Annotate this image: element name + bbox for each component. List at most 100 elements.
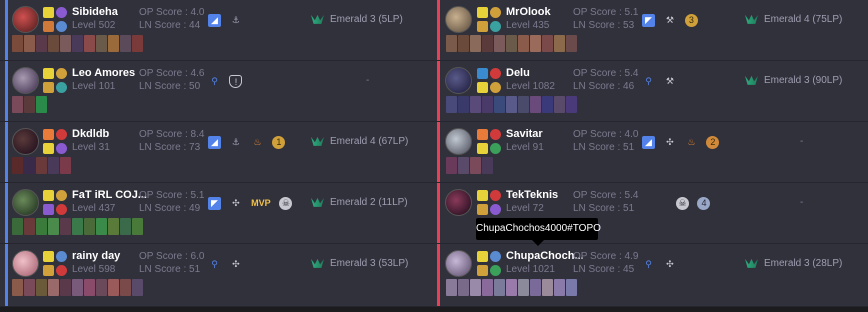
champion-icon[interactable] xyxy=(494,96,505,113)
champion-icon[interactable] xyxy=(48,218,59,235)
player-name[interactable]: FaT iRL COJ... xyxy=(72,189,147,201)
champion-icon[interactable] xyxy=(12,218,23,235)
secondary-rune-icon[interactable] xyxy=(56,82,67,93)
champion-icon[interactable] xyxy=(60,35,71,52)
champion-icon[interactable] xyxy=(458,35,469,52)
champion-icon[interactable] xyxy=(542,96,553,113)
champion-icon[interactable] xyxy=(530,35,541,52)
champion-icon[interactable] xyxy=(24,35,35,52)
flash-spell-icon[interactable] xyxy=(43,68,54,79)
flash-spell-icon[interactable] xyxy=(477,190,488,201)
ignite-spell-icon[interactable] xyxy=(43,129,54,140)
champion-icon[interactable] xyxy=(482,279,493,296)
player-name[interactable]: Dkdldb xyxy=(72,128,109,140)
rune-icon[interactable] xyxy=(56,251,67,262)
player-row[interactable]: Sibideha Level 502 OP Score : 4.0 LN Sco… xyxy=(0,0,434,61)
rune-icon[interactable] xyxy=(56,190,67,201)
champion-icon[interactable] xyxy=(24,218,35,235)
champion-icon[interactable] xyxy=(12,35,23,52)
ignite-spell-icon[interactable] xyxy=(477,129,488,140)
player-name[interactable]: TekTeknis xyxy=(506,189,558,201)
champion-icon[interactable] xyxy=(24,157,35,174)
flash-spell-icon[interactable] xyxy=(477,7,488,18)
player-name[interactable]: Sibideha xyxy=(72,6,118,18)
champion-portrait[interactable] xyxy=(445,67,472,94)
champion-icon[interactable] xyxy=(132,218,143,235)
champion-icon[interactable] xyxy=(566,96,577,113)
champion-icon[interactable] xyxy=(96,218,107,235)
champion-icon[interactable] xyxy=(132,35,143,52)
champion-icon[interactable] xyxy=(108,218,119,235)
champion-portrait[interactable] xyxy=(12,6,39,33)
secondary-rune-icon[interactable] xyxy=(490,265,501,276)
champion-icon[interactable] xyxy=(84,218,95,235)
champion-icon[interactable] xyxy=(96,35,107,52)
champion-icon[interactable] xyxy=(36,35,47,52)
champion-portrait[interactable] xyxy=(12,189,39,216)
champion-icon[interactable] xyxy=(132,279,143,296)
player-row[interactable]: Leo Amores Level 101 OP Score : 4.6 LN S… xyxy=(0,61,434,122)
player-name[interactable]: MrOlook xyxy=(506,6,551,18)
champion-icon[interactable] xyxy=(48,279,59,296)
flash-spell-icon[interactable] xyxy=(477,82,488,93)
champion-icon[interactable] xyxy=(120,218,131,235)
champion-icon[interactable] xyxy=(12,96,23,113)
champion-icon[interactable] xyxy=(470,279,481,296)
secondary-rune-icon[interactable] xyxy=(56,143,67,154)
champion-portrait[interactable] xyxy=(445,189,472,216)
champion-icon[interactable] xyxy=(12,279,23,296)
player-name[interactable]: Leo Amores xyxy=(72,67,135,79)
smite-spell-icon[interactable] xyxy=(43,82,54,93)
secondary-rune-icon[interactable] xyxy=(490,204,501,215)
rune-icon[interactable] xyxy=(490,251,501,262)
champion-icon[interactable] xyxy=(542,279,553,296)
champion-icon[interactable] xyxy=(518,96,529,113)
champion-icon[interactable] xyxy=(482,96,493,113)
player-row[interactable]: ChupaChoch... Level 1021 OP Score : 4.9 … xyxy=(434,244,868,307)
champion-icon[interactable] xyxy=(108,279,119,296)
player-name[interactable]: Delu xyxy=(506,67,530,79)
champion-icon[interactable] xyxy=(36,218,47,235)
champion-icon[interactable] xyxy=(566,35,577,52)
champion-icon[interactable] xyxy=(72,218,83,235)
heal-spell-icon[interactable] xyxy=(477,204,488,215)
champion-icon[interactable] xyxy=(60,279,71,296)
player-row[interactable]: Delu Level 1082 OP Score : 5.4 LN Score … xyxy=(434,61,868,122)
champion-icon[interactable] xyxy=(530,96,541,113)
player-row[interactable]: FaT iRL COJ... Level 437 OP Score : 5.1 … xyxy=(0,183,434,244)
rune-icon[interactable] xyxy=(490,129,501,140)
champion-icon[interactable] xyxy=(494,35,505,52)
champion-icon[interactable] xyxy=(518,35,529,52)
rune-icon[interactable] xyxy=(490,7,501,18)
champion-icon[interactable] xyxy=(446,35,457,52)
champion-portrait[interactable] xyxy=(445,250,472,277)
player-row[interactable]: Dkdldb Level 31 OP Score : 8.4 LN Score … xyxy=(0,122,434,183)
flash-spell-icon[interactable] xyxy=(43,143,54,154)
rune-icon[interactable] xyxy=(490,190,501,201)
champion-icon[interactable] xyxy=(48,157,59,174)
champion-icon[interactable] xyxy=(24,96,35,113)
champion-icon[interactable] xyxy=(518,279,529,296)
flash-spell-icon[interactable] xyxy=(43,251,54,262)
champion-icon[interactable] xyxy=(60,218,71,235)
secondary-rune-icon[interactable] xyxy=(56,204,67,215)
champion-icon[interactable] xyxy=(36,157,47,174)
secondary-rune-icon[interactable] xyxy=(490,21,501,32)
champion-icon[interactable] xyxy=(36,279,47,296)
champion-icon[interactable] xyxy=(470,96,481,113)
secondary-rune-icon[interactable] xyxy=(56,265,67,276)
champion-icon[interactable] xyxy=(566,279,577,296)
champion-icon[interactable] xyxy=(482,35,493,52)
champion-icon[interactable] xyxy=(458,279,469,296)
player-row[interactable]: rainy day Level 598 OP Score : 6.0 LN Sc… xyxy=(0,244,434,307)
champion-icon[interactable] xyxy=(12,157,23,174)
smite-spell-icon[interactable] xyxy=(477,265,488,276)
champion-icon[interactable] xyxy=(494,279,505,296)
champion-icon[interactable] xyxy=(482,157,493,174)
rune-icon[interactable] xyxy=(56,68,67,79)
champion-portrait[interactable] xyxy=(445,6,472,33)
champion-icon[interactable] xyxy=(72,279,83,296)
champion-portrait[interactable] xyxy=(12,250,39,277)
champion-icon[interactable] xyxy=(554,96,565,113)
champion-icon[interactable] xyxy=(446,157,457,174)
